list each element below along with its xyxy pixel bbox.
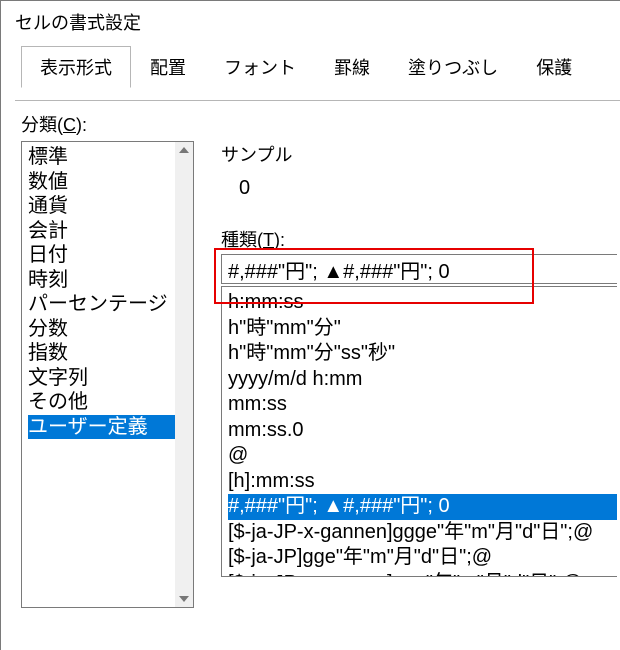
type-option[interactable]: [$-ja-JP-x-gannen]gge"年"m"月"d"日";@ <box>228 571 617 578</box>
tab-alignment[interactable]: 配置 <box>131 46 205 88</box>
scroll-down-icon[interactable] <box>179 596 189 602</box>
category-item-date[interactable]: 日付 <box>28 243 175 268</box>
type-option[interactable]: [$-ja-JP]gge"年"m"月"d"日";@ <box>228 545 617 571</box>
tab-border[interactable]: 罫線 <box>315 46 389 88</box>
type-format-listbox[interactable]: h:mm:ss h"時"mm"分" h"時"mm"分"ss"秒" yyyy/m/… <box>221 286 617 577</box>
tab-number-format[interactable]: 表示形式 <box>21 46 131 88</box>
category-item-text[interactable]: 文字列 <box>28 366 175 391</box>
category-item-special[interactable]: その他 <box>28 390 175 415</box>
category-item-fraction[interactable]: 分数 <box>28 317 175 342</box>
dialog-body: 分類(C): 標準 数値 通貨 会計 日付 時刻 パーセンテージ 分数 指数 文… <box>21 111 620 650</box>
type-option[interactable]: [h]:mm:ss <box>228 469 617 495</box>
type-input-wrap <box>221 254 620 284</box>
type-option[interactable]: h"時"mm"分" <box>228 316 617 342</box>
type-label: 種類(T): <box>221 226 620 252</box>
category-item-scientific[interactable]: 指数 <box>28 341 175 366</box>
scroll-up-icon[interactable] <box>179 147 189 153</box>
type-option[interactable]: h:mm:ss <box>228 290 617 316</box>
category-scrollbar[interactable] <box>175 142 193 607</box>
sample-label: サンプル <box>221 141 620 167</box>
window-title: セルの書式設定 <box>1 1 620 45</box>
category-list-inner: 標準 数値 通貨 会計 日付 時刻 パーセンテージ 分数 指数 文字列 その他 … <box>22 142 175 607</box>
sample-value: 0 <box>221 167 620 200</box>
category-item-number[interactable]: 数値 <box>28 170 175 195</box>
category-item-standard[interactable]: 標準 <box>28 145 175 170</box>
category-item-currency[interactable]: 通貨 <box>28 194 175 219</box>
type-option[interactable]: mm:ss.0 <box>228 418 617 444</box>
tab-font[interactable]: フォント <box>205 46 315 88</box>
dialog-window: セルの書式設定 表示形式 配置 フォント 罫線 塗りつぶし 保護 分類(C): … <box>0 0 620 650</box>
category-listbox[interactable]: 標準 数値 通貨 会計 日付 時刻 パーセンテージ 分数 指数 文字列 その他 … <box>21 141 194 608</box>
tab-protection[interactable]: 保護 <box>517 46 591 88</box>
tab-underline <box>15 100 620 101</box>
type-option[interactable]: [$-ja-JP-x-gannen]ggge"年"m"月"d"日";@ <box>228 520 617 546</box>
category-item-time[interactable]: 時刻 <box>28 268 175 293</box>
type-option[interactable]: mm:ss <box>228 392 617 418</box>
type-format-input[interactable] <box>221 254 617 284</box>
category-item-custom[interactable]: ユーザー定義 <box>28 415 175 440</box>
type-option[interactable]: @ <box>228 443 617 469</box>
right-panel: サンプル 0 種類(T): h:mm:ss h"時"mm"分" h"時"mm"分… <box>221 141 620 577</box>
type-option[interactable]: h"時"mm"分"ss"秒" <box>228 341 617 367</box>
category-item-accounting[interactable]: 会計 <box>28 219 175 244</box>
tab-fill[interactable]: 塗りつぶし <box>389 46 517 88</box>
category-label: 分類(C): <box>21 111 620 137</box>
type-option[interactable]: yyyy/m/d h:mm <box>228 367 617 393</box>
type-option-selected[interactable]: #,###"円"; ▲#,###"円"; 0 <box>228 494 617 520</box>
tab-bar: 表示形式 配置 フォント 罫線 塗りつぶし 保護 <box>1 45 620 87</box>
category-item-percentage[interactable]: パーセンテージ <box>28 292 175 317</box>
